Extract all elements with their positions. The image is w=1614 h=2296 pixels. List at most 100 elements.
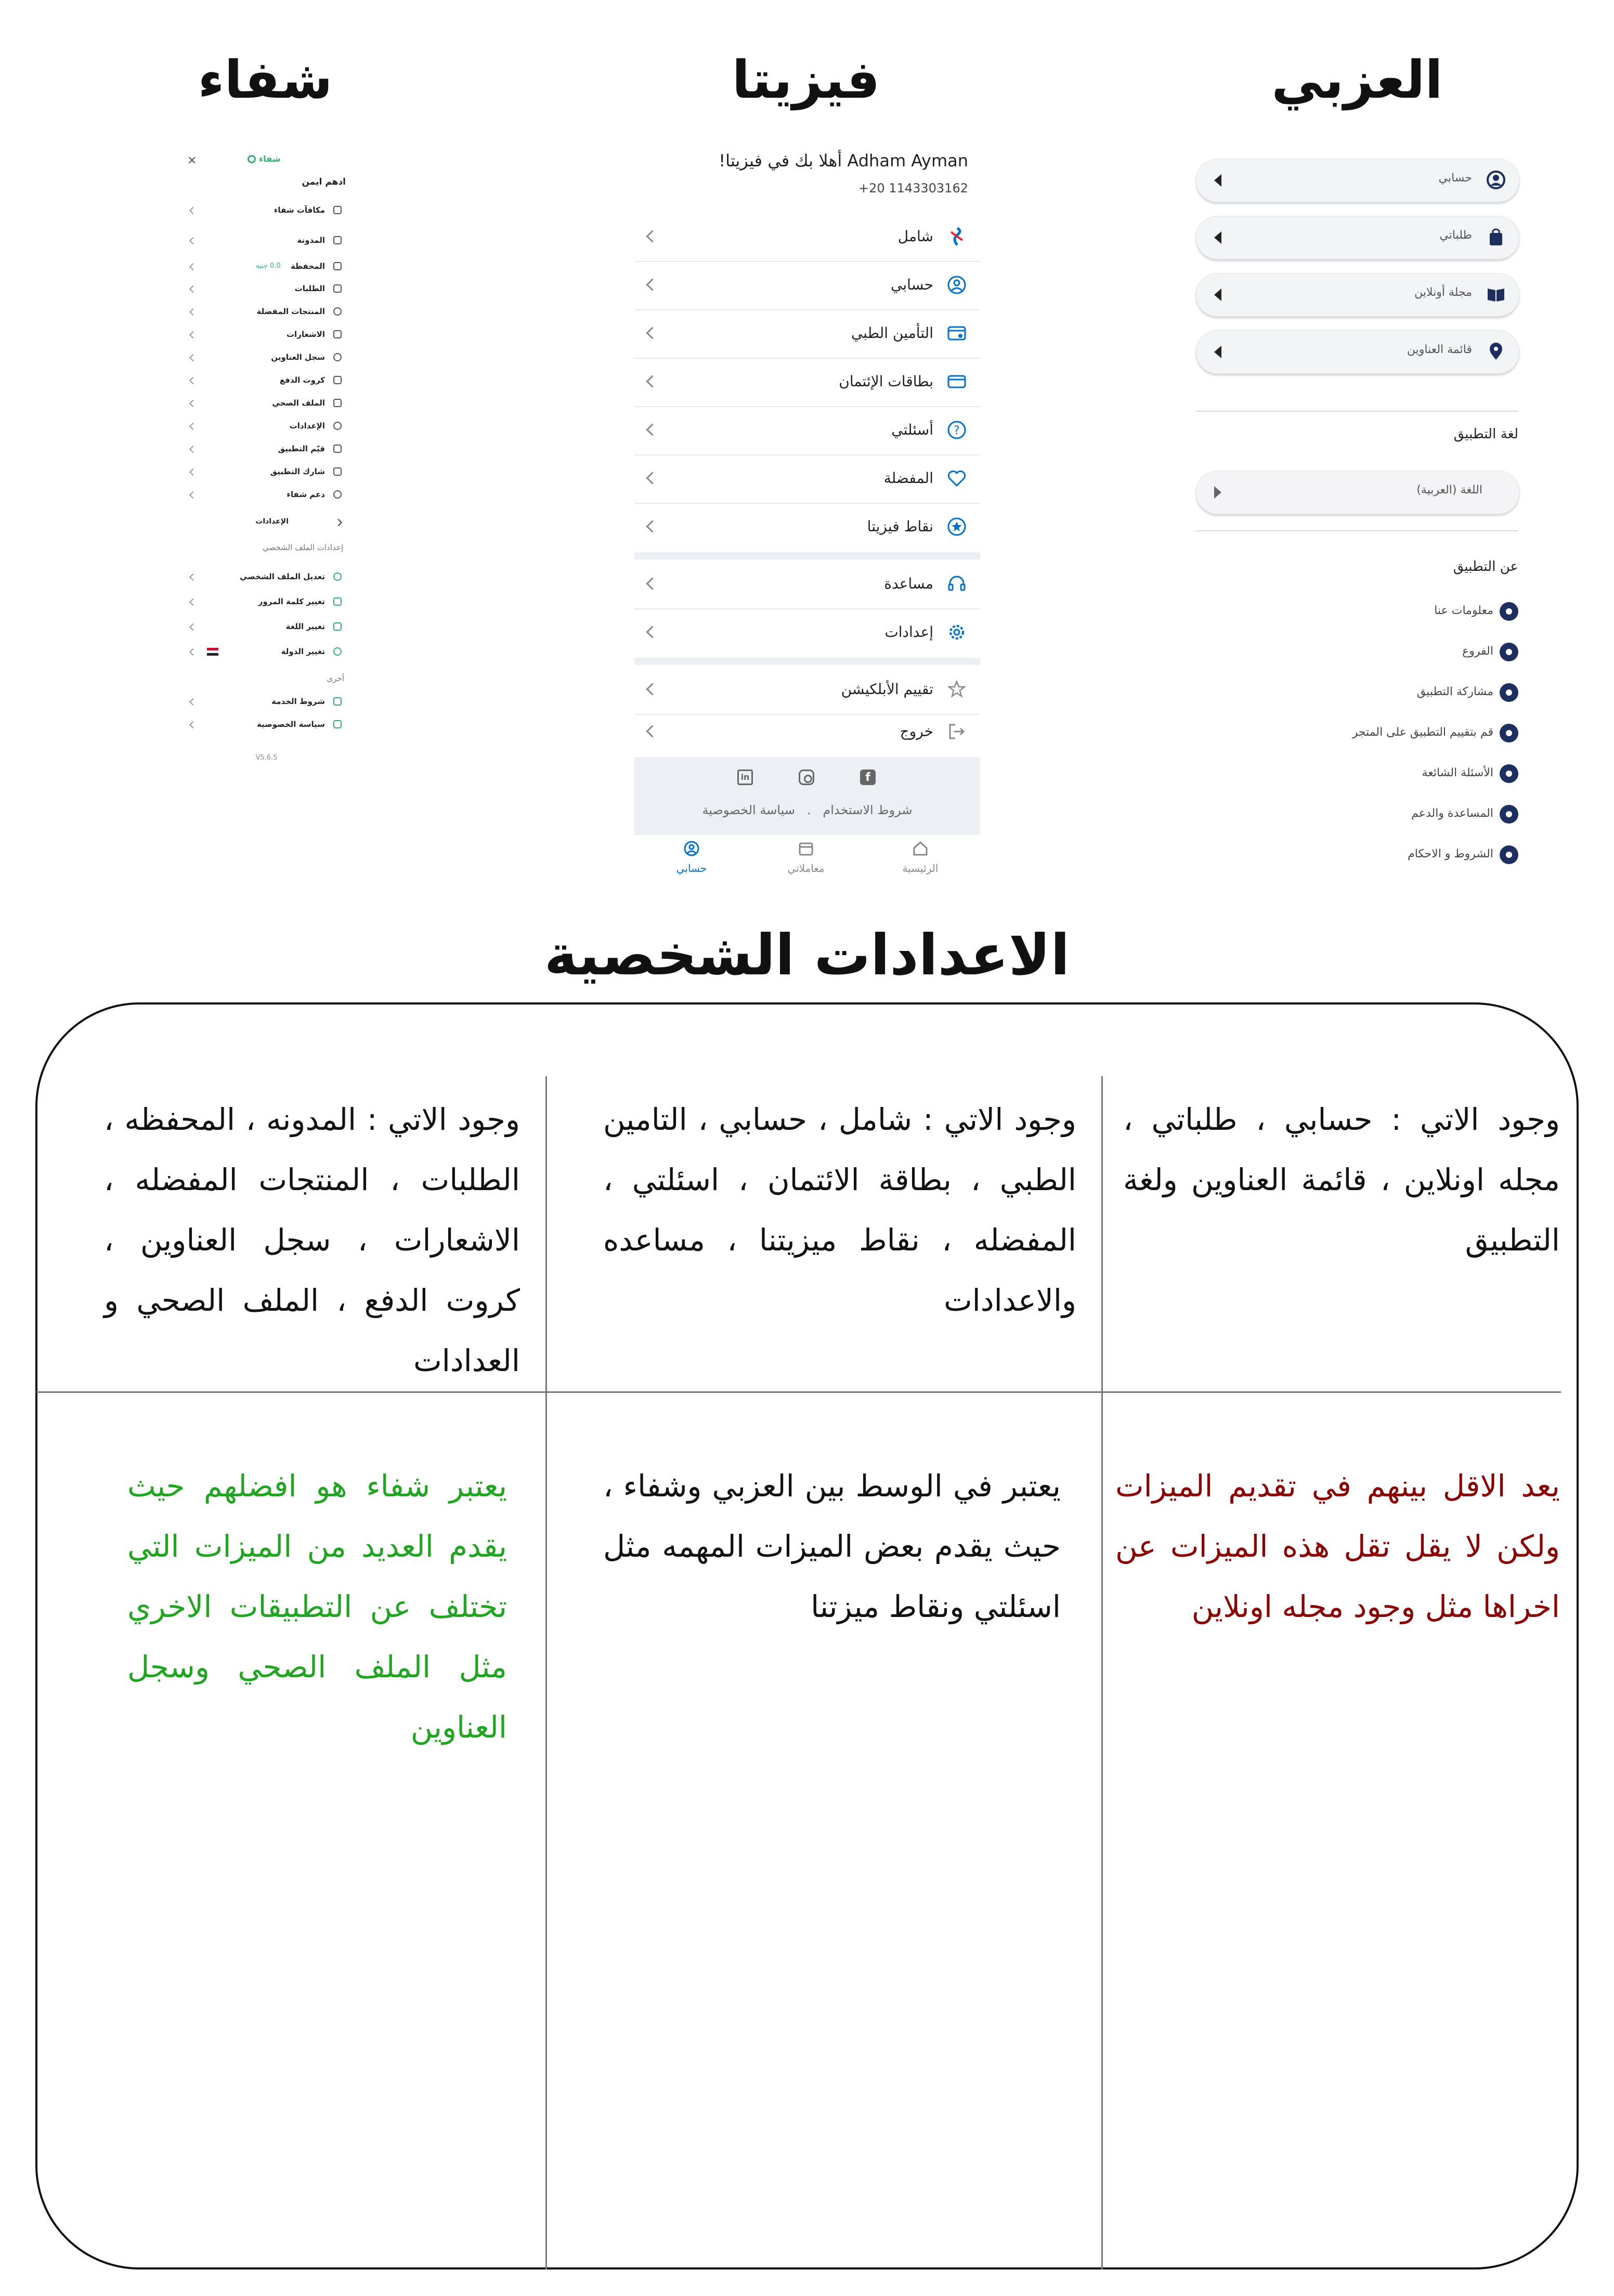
profile-item[interactable]: تعديل الملف الشخصي bbox=[187, 567, 346, 588]
faq-icon bbox=[1500, 764, 1518, 783]
shefaa-item-label: قيّم التطبيق bbox=[278, 444, 325, 453]
share-icon bbox=[1500, 683, 1518, 702]
shefaa-item-label: الإعدادات bbox=[289, 421, 325, 430]
vezeeta-item-label: التأمين الطبي bbox=[851, 324, 933, 342]
chevron-left-icon bbox=[189, 206, 197, 215]
facebook-icon[interactable]: f bbox=[860, 769, 876, 785]
features-vezeeta: وجود الاتي : شامل ، حسابي ، التامين الطب… bbox=[603, 1102, 1076, 1318]
table-divider-vertical bbox=[1101, 1076, 1103, 2269]
vezeeta-item-insurance[interactable]: التأمين الطبي bbox=[634, 311, 980, 359]
insurance-card-icon bbox=[947, 326, 966, 341]
chevron-left-icon bbox=[646, 683, 659, 696]
shefaa-logo: شفاء bbox=[248, 154, 289, 166]
table-divider-horizontal bbox=[36, 1391, 1561, 1393]
language-value: اللغة (العربية) bbox=[1416, 484, 1482, 497]
shefaa-item[interactable]: دعم شفاء bbox=[187, 485, 346, 505]
profile-item[interactable]: تغيير اللغة bbox=[187, 617, 346, 637]
health-file-icon bbox=[333, 399, 342, 407]
vezeeta-item-logout[interactable]: خروج bbox=[634, 709, 980, 756]
shefaa-item[interactable]: سجل العناوين bbox=[187, 347, 346, 368]
verdict-ezaby: يعد الاقل بينهم في تقديم الميزات ولكن لا… bbox=[1115, 1468, 1560, 1624]
nav-home[interactable]: الرئيسية bbox=[889, 839, 952, 881]
shefaa-item-label: سجل العناوين bbox=[271, 353, 325, 362]
vezeeta-item-rate-app[interactable]: تقييم الأبلكيشن bbox=[634, 667, 980, 715]
vezeeta-item-shamel[interactable]: شامل bbox=[634, 214, 980, 262]
about-item-label: الشروط و الاحكام bbox=[1408, 847, 1493, 860]
other-item-label: شروط الخدمة bbox=[271, 697, 325, 706]
profile-item[interactable]: تغيير الدولة bbox=[187, 642, 346, 662]
other-item[interactable]: سياسة الخصوصية bbox=[187, 714, 346, 735]
divider bbox=[1196, 530, 1518, 531]
shefaa-item[interactable]: المدونة bbox=[187, 230, 346, 251]
divider bbox=[1196, 411, 1518, 412]
ezaby-item-addresses[interactable]: قائمة العناوين bbox=[1196, 330, 1519, 374]
document-icon bbox=[1500, 845, 1518, 864]
arrow-left-icon bbox=[1214, 231, 1221, 244]
footer-links[interactable]: شروط الاستخدام . سياسة الخصوصية bbox=[634, 803, 980, 817]
language-select[interactable]: اللغة (العربية) bbox=[1196, 471, 1519, 514]
shefaa-item[interactable]: شارك التطبيق bbox=[187, 462, 346, 482]
other-item[interactable]: شروط الخدمة bbox=[187, 692, 346, 712]
chevron-left-icon bbox=[189, 331, 197, 339]
chevron-left-icon bbox=[189, 623, 197, 631]
ezaby-item-magazine[interactable]: مجلة أونلاين bbox=[1196, 273, 1519, 317]
vezeeta-item-questions[interactable]: أسئلتي ? bbox=[634, 408, 980, 455]
chevron-left-icon bbox=[189, 285, 197, 293]
shefaa-item[interactable]: الطلبات bbox=[187, 279, 346, 299]
chevron-left-icon bbox=[646, 423, 659, 436]
section-separator bbox=[634, 658, 980, 665]
shefaa-item-wallet[interactable]: المحفظة 0.0 جنيه bbox=[187, 256, 346, 277]
title-shefaa: شفاء bbox=[198, 49, 333, 110]
nav-account[interactable]: حسابي bbox=[660, 839, 723, 881]
shefaa-item[interactable]: الملف الصحي bbox=[187, 393, 346, 414]
chevron-left-icon bbox=[189, 445, 197, 453]
linkedin-icon[interactable]: in bbox=[737, 769, 753, 785]
settings-icon bbox=[333, 422, 342, 430]
vezeeta-item-favorites[interactable]: المفضلة bbox=[634, 456, 980, 504]
pin-icon bbox=[1500, 643, 1518, 661]
settings-back[interactable]: الإعدادات bbox=[187, 512, 346, 533]
profile-item-label: تعديل الملف الشخصي bbox=[240, 572, 325, 581]
card-icon bbox=[333, 376, 342, 384]
chevron-left-icon bbox=[646, 327, 659, 340]
shefaa-item[interactable]: المنتجات المفضلة bbox=[187, 302, 346, 322]
shefaa-item[interactable]: كروت الدفع bbox=[187, 370, 346, 391]
vezeeta-item-points[interactable]: نقاط فيزيتا bbox=[634, 504, 980, 551]
chevron-left-icon bbox=[646, 520, 659, 533]
heart-icon bbox=[333, 307, 342, 316]
vezeeta-item-label: شامل bbox=[897, 228, 933, 245]
about-heading: عن التطبيق bbox=[1453, 559, 1518, 575]
profile-item[interactable]: تغيير كلمة المرور bbox=[187, 592, 346, 612]
bell-icon bbox=[333, 330, 342, 338]
blog-icon bbox=[333, 236, 342, 244]
features-ezaby: وجود الاتي : حسابي ، طلباتي ، مجله اونلا… bbox=[1123, 1102, 1560, 1258]
arrow-left-icon bbox=[1214, 346, 1221, 358]
location-icon bbox=[333, 353, 342, 361]
heart-icon bbox=[947, 470, 966, 487]
nav-label: معاملاتي bbox=[787, 862, 825, 875]
vezeeta-item-help[interactable]: مساعدة bbox=[634, 562, 980, 609]
key-icon bbox=[333, 597, 342, 606]
chevron-left-icon bbox=[189, 491, 197, 499]
shefaa-item[interactable]: قيّم التطبيق bbox=[187, 439, 346, 460]
instagram-icon[interactable] bbox=[799, 769, 814, 785]
close-icon[interactable]: × bbox=[187, 154, 197, 167]
chevron-left-icon bbox=[189, 263, 197, 271]
shefaa-item[interactable]: الإعدادات bbox=[187, 416, 346, 437]
credit-card-icon bbox=[947, 375, 966, 388]
shefaa-item[interactable]: مكافآت شفاء bbox=[187, 200, 346, 221]
about-item-label: الفروع bbox=[1462, 645, 1493, 658]
wallet-balance: 0.0 جنيه bbox=[256, 262, 281, 270]
shefaa-item-label: الملف الصحي bbox=[272, 398, 325, 408]
vezeeta-item-credit-cards[interactable]: بطاقات الإئتمان bbox=[634, 359, 980, 407]
vezeeta-item-account[interactable]: حسابي bbox=[634, 263, 980, 310]
about-item-label: المساعدة والدعم bbox=[1411, 807, 1493, 820]
vezeeta-item-settings[interactable]: إعدادات bbox=[634, 610, 980, 657]
shefaa-item[interactable]: الاشعارات bbox=[187, 324, 346, 345]
verdict-shefaa: يعتبر شفاء هو افضلهم حيث يقدم العديد من … bbox=[127, 1468, 507, 1745]
nav-transactions[interactable]: معاملاتي bbox=[775, 839, 837, 881]
svg-text:?: ? bbox=[954, 424, 960, 437]
chevron-left-icon bbox=[189, 237, 197, 245]
ezaby-item-orders[interactable]: طلباتي bbox=[1196, 216, 1519, 259]
ezaby-item-account[interactable]: حسابي bbox=[1196, 159, 1519, 202]
